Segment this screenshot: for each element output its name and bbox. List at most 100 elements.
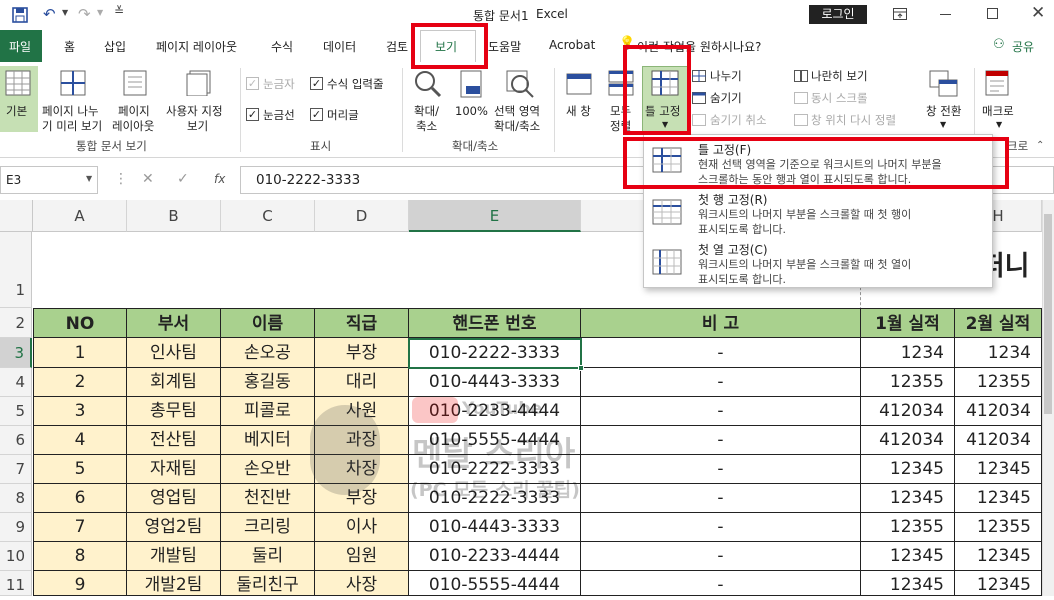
tab-formulas[interactable]: 수식	[271, 38, 293, 55]
cell-dept[interactable]: 전산팀	[127, 426, 221, 455]
gridlines-checkbox[interactable]: ✓	[246, 108, 259, 121]
custom-views-label-2[interactable]: 보기	[187, 119, 208, 133]
menu-item-freeze-top-row[interactable]: 첫 행 고정(R) 워크시트의 나머지 부분을 스크롤할 때 첫 행이 표시되도…	[644, 189, 992, 239]
cell-jan[interactable]: 12345	[861, 455, 955, 484]
cell-jan[interactable]: 412034	[861, 426, 955, 455]
cell-jan[interactable]: 12345	[861, 542, 955, 571]
redo-dropdown-icon[interactable]: ▼	[97, 8, 103, 17]
close-icon[interactable]: ✕	[1031, 3, 1045, 23]
zoom-selection-label-1[interactable]: 선택 영역	[494, 104, 540, 118]
cell-no[interactable]: 6	[33, 484, 127, 513]
cell-name[interactable]: 홍길동	[221, 368, 315, 397]
sync-scroll-button[interactable]: 동시 스크롤	[811, 91, 868, 105]
cell-no[interactable]: 3	[33, 397, 127, 426]
cell-dept[interactable]: 개발2팀	[127, 571, 221, 596]
header-cell-rank[interactable]: 직급	[315, 308, 409, 338]
cell-name[interactable]: 베지터	[221, 426, 315, 455]
tab-view[interactable]: 보기	[435, 38, 457, 55]
cell-note[interactable]: -	[581, 397, 861, 426]
cell-feb[interactable]: 12345	[955, 484, 1042, 513]
cell-note[interactable]: -	[581, 426, 861, 455]
cell-note[interactable]: -	[581, 338, 861, 368]
collapse-ribbon-icon[interactable]: ⌃	[1036, 140, 1044, 151]
share-user-icon[interactable]: ⚇	[993, 37, 1005, 52]
arrange-all-label-1[interactable]: 모두	[610, 104, 631, 118]
fill-handle[interactable]	[578, 365, 584, 371]
hide-button[interactable]: 숨기기	[710, 91, 742, 105]
row-header-11[interactable]: 11	[0, 571, 32, 596]
cell-name[interactable]: 천진반	[221, 484, 315, 513]
cell-rank[interactable]: 사원	[315, 397, 409, 426]
row-header-6[interactable]: 6	[0, 426, 32, 455]
column-header-c[interactable]: C	[221, 200, 315, 232]
cell-phone[interactable]: 010-5555-4444	[409, 426, 581, 455]
cell-rank[interactable]: 임원	[315, 542, 409, 571]
side-by-side-button[interactable]: 나란히 보기	[811, 69, 868, 83]
cell-phone[interactable]: 010-2222-3333	[409, 338, 581, 368]
cell-dept[interactable]: 개발팀	[127, 542, 221, 571]
cell-rank[interactable]: 과장	[315, 426, 409, 455]
page-layout-label-2[interactable]: 레이아웃	[112, 119, 154, 133]
cell-note[interactable]: -	[581, 571, 861, 596]
headings-checkbox[interactable]: ✓	[310, 108, 323, 121]
ribbon-display-icon[interactable]	[893, 8, 907, 20]
confirm-entry-icon[interactable]: ✓	[177, 171, 189, 187]
zoom-100-button[interactable]: 100%	[455, 104, 488, 118]
cell-note[interactable]: -	[581, 513, 861, 542]
cell-rank[interactable]: 부장	[315, 484, 409, 513]
cell-no[interactable]: 5	[33, 455, 127, 484]
row-header-9[interactable]: 9	[0, 513, 32, 542]
tab-data[interactable]: 데이터	[323, 38, 356, 55]
header-cell-phone[interactable]: 핸드폰 번호	[409, 308, 581, 338]
cell-name[interactable]: 크리링	[221, 513, 315, 542]
cell-rank[interactable]: 부장	[315, 338, 409, 368]
zoom-selection-label-2[interactable]: 확대/축소	[494, 119, 540, 133]
column-header-d[interactable]: D	[315, 200, 409, 232]
page-layout-label-1[interactable]: 페이지	[118, 104, 150, 118]
cell-no[interactable]: 7	[33, 513, 127, 542]
cell-name[interactable]: 손오반	[221, 455, 315, 484]
tab-home[interactable]: 홈	[64, 38, 75, 55]
cell-note[interactable]: -	[581, 455, 861, 484]
cell-no[interactable]: 2	[33, 368, 127, 397]
redo-icon[interactable]: ↷	[78, 5, 91, 23]
cell-phone[interactable]: 010-2233-4444	[409, 542, 581, 571]
column-header-a[interactable]: A	[33, 200, 127, 232]
tab-review[interactable]: 검토	[386, 38, 408, 55]
header-cell-name[interactable]: 이름	[221, 308, 315, 338]
cell-dept[interactable]: 회계팀	[127, 368, 221, 397]
zoom-label-1[interactable]: 확대/	[414, 104, 439, 118]
cell-phone[interactable]: 010-2222-3333	[409, 455, 581, 484]
cell-phone[interactable]: 010-4443-3333	[409, 513, 581, 542]
cell-phone[interactable]: 010-2233-4444	[409, 397, 581, 426]
cell-jan[interactable]: 12345	[861, 571, 955, 596]
cell-jan[interactable]: 12355	[861, 513, 955, 542]
cell-name[interactable]: 손오공	[221, 338, 315, 368]
cell-no[interactable]: 1	[33, 338, 127, 368]
row-header-3[interactable]: 3	[0, 338, 32, 368]
login-button[interactable]: 로그인	[809, 5, 867, 24]
scrollbar-thumb[interactable]	[1044, 214, 1052, 414]
header-cell-no[interactable]: NO	[33, 308, 127, 338]
cell-feb[interactable]: 412034	[955, 426, 1042, 455]
custom-views-label-1[interactable]: 사용자 지정	[166, 104, 223, 118]
cell-jan[interactable]: 412034	[861, 397, 955, 426]
unhide-button[interactable]: 숨기기 취소	[710, 113, 767, 127]
cell-dept[interactable]: 인사팀	[127, 338, 221, 368]
menu-item-freeze-panes[interactable]: 틀 고정(F) 현재 선택 영역을 기준으로 워크시트의 나머지 부분을 스크롤…	[644, 137, 992, 187]
cell-feb[interactable]: 1234	[955, 338, 1042, 368]
cell-rank[interactable]: 사장	[315, 571, 409, 596]
split-button[interactable]: 나누기	[710, 69, 742, 83]
cell-rank[interactable]: 이사	[315, 513, 409, 542]
menu-item-freeze-first-column[interactable]: 첫 열 고정(C) 워크시트의 나머지 부분을 스크롤할 때 첫 열이 표시되도…	[644, 239, 992, 287]
cell-no[interactable]: 8	[33, 542, 127, 571]
cell-note[interactable]: -	[581, 484, 861, 513]
switch-windows-button[interactable]: 창 전환	[926, 104, 961, 118]
column-header-e[interactable]: E	[409, 200, 581, 232]
cell-feb[interactable]: 412034	[955, 397, 1042, 426]
ruler-checkbox[interactable]: ✓	[246, 77, 259, 90]
cell-jan[interactable]: 12355	[861, 368, 955, 397]
share-button[interactable]: 공유	[1012, 38, 1034, 55]
cell-phone[interactable]: 010-5555-4444	[409, 571, 581, 596]
row-header-8[interactable]: 8	[0, 484, 32, 513]
